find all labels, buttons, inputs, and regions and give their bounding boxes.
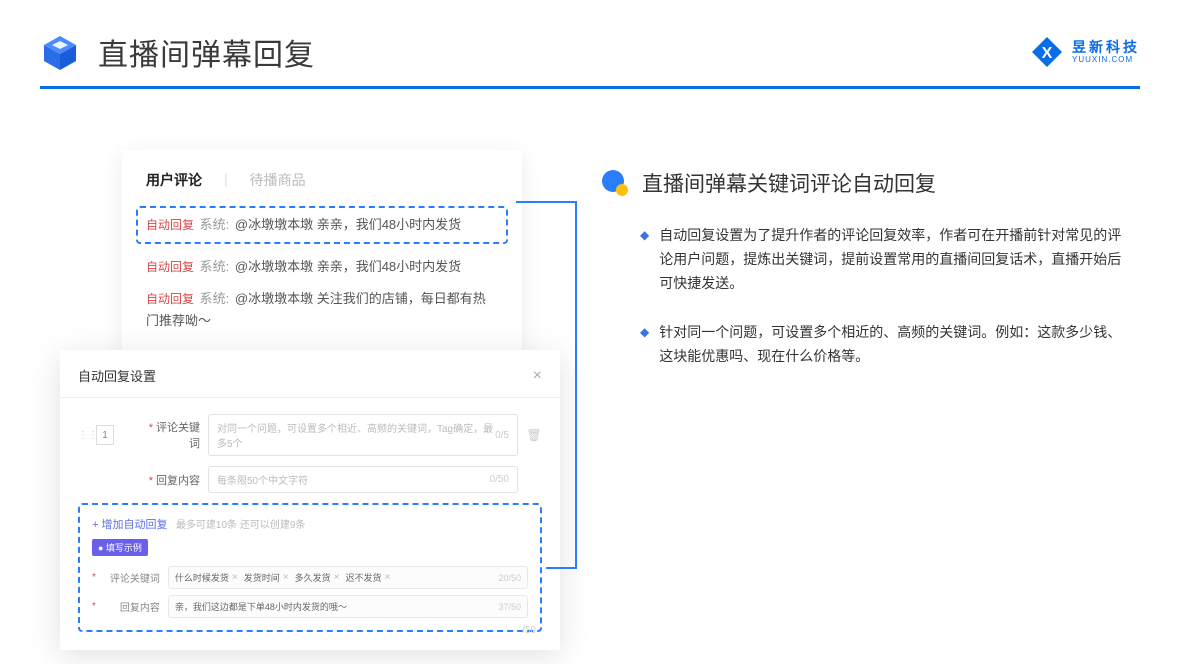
- outer-count: /50: [522, 625, 536, 636]
- auto-reply-badge: 自动回复: [146, 292, 194, 306]
- brand-logo: X 昱新科技 YUUXIN.COM: [1030, 35, 1140, 69]
- content-placeholder: 每条限50个中文字符: [217, 472, 308, 487]
- right-content: 直播间弹幕关键词评论自动回复 ◆ 自动回复设置为了提升作者的评论回复效率，作者可…: [600, 168, 1130, 395]
- page-header: 直播间弹幕回复 X 昱新科技 YUUXIN.COM: [0, 0, 1180, 74]
- comment-text: @冰墩墩本墩 关注我们的店铺，每日都有热门推荐呦～: [146, 291, 486, 328]
- tab-pending-products[interactable]: 待播商品: [250, 170, 306, 190]
- delete-icon[interactable]: 🗑: [526, 428, 542, 442]
- auto-reply-badge: 自动回复: [146, 260, 194, 274]
- settings-row: *回复内容 每条限50个中文字符 0/50: [78, 466, 542, 493]
- header-cube-icon: [40, 32, 80, 72]
- system-label: 系统:: [200, 259, 230, 274]
- brand-logo-icon: X: [1030, 35, 1064, 69]
- ex-content-label: 回复内容: [104, 599, 160, 614]
- ex-keyword-field[interactable]: 什么时候发货× 发货时间× 多久发货× 迟不发货× 20/50: [168, 566, 528, 589]
- ex-tag: 什么时候发货: [175, 571, 229, 584]
- diamond-icon: ◆: [640, 224, 649, 295]
- row-number: 1: [96, 425, 114, 445]
- content-label: *回复内容: [138, 472, 200, 488]
- example-content-row: * 回复内容 亲，我们这边都是下单48小时内发货的哦～ 37/50: [92, 595, 528, 618]
- add-auto-reply-link[interactable]: + 增加自动回复: [92, 519, 167, 531]
- keyword-label: *评论关键词: [138, 419, 200, 451]
- bullet-item: ◆ 针对同一个问题，可设置多个相近的、高频的关键词。例如：这款多少钱、这块能优惠…: [640, 321, 1130, 369]
- comments-tabs: 用户评论 | 待播商品: [146, 170, 498, 190]
- right-header: 直播间弹幕关键词评论自动回复: [600, 168, 1130, 198]
- content-count: 0/50: [490, 474, 509, 485]
- system-label: 系统:: [200, 291, 230, 306]
- tab-divider: |: [224, 170, 228, 190]
- comment-text: @冰墩墩本墩 亲亲，我们48小时内发货: [235, 217, 461, 232]
- auto-reply-settings-modal: 自动回复设置 × ⋮⋮ 1 *评论关键词 对同一个问题，可设置多个相近、高频的关…: [60, 350, 560, 650]
- right-title: 直播间弹幕关键词评论自动回复: [642, 168, 936, 198]
- chat-bubble-icon: [600, 168, 630, 198]
- ex-content-count: 37/50: [498, 602, 521, 612]
- content-input[interactable]: 每条限50个中文字符 0/50: [208, 466, 518, 493]
- comment-item: 自动回复 系统: @冰墩墩本墩 关注我们的店铺，每日都有热门推荐呦～: [146, 288, 498, 332]
- ex-keyword-label: 评论关键词: [104, 570, 160, 585]
- add-hint: 最多可建10条 还可以创建9条: [176, 520, 305, 531]
- example-keyword-row: * 评论关键词 什么时候发货× 发货时间× 多久发货× 迟不发货× 20/50: [92, 566, 528, 589]
- ex-tag: 发货时间: [244, 571, 280, 584]
- bullet-block: ◆ 针对同一个问题，可设置多个相近的、高频的关键词。例如：这款多少钱、这块能优惠…: [600, 321, 1130, 369]
- comment-list: 自动回复 系统: @冰墩墩本墩 亲亲，我们48小时内发货 自动回复 系统: @冰…: [146, 206, 498, 332]
- bullet-text: 自动回复设置为了提升作者的评论回复效率，作者可在开播前针对常见的评论用户问题，提…: [659, 224, 1130, 295]
- header-divider: [40, 86, 1140, 89]
- highlighted-comment: 自动回复 系统: @冰墩墩本墩 亲亲，我们48小时内发货: [136, 206, 508, 244]
- bullet-item: ◆ 自动回复设置为了提升作者的评论回复效率，作者可在开播前针对常见的评论用户问题…: [640, 224, 1130, 295]
- diamond-icon: ◆: [640, 321, 649, 369]
- comments-card: 用户评论 | 待播商品 自动回复 系统: @冰墩墩本墩 亲亲，我们48小时内发货…: [122, 150, 522, 362]
- keyword-placeholder: 对同一个问题，可设置多个相近、高频的关键词，Tag确定，最多5个: [217, 420, 495, 450]
- page-title: 直播间弹幕回复: [98, 30, 315, 74]
- ex-tag: 迟不发货: [345, 571, 381, 584]
- ex-tag: 多久发货: [295, 571, 331, 584]
- settings-row: ⋮⋮ 1 *评论关键词 对同一个问题，可设置多个相近、高频的关键词，Tag确定，…: [78, 414, 542, 456]
- ex-keyword-count: 20/50: [498, 573, 521, 583]
- keyword-count: 0/5: [495, 430, 509, 441]
- tab-user-comments[interactable]: 用户评论: [146, 170, 202, 190]
- close-icon[interactable]: ×: [533, 367, 542, 385]
- svg-text:X: X: [1042, 45, 1053, 62]
- bullet-text: 针对同一个问题，可设置多个相近的、高频的关键词。例如：这款多少钱、这块能优惠吗、…: [659, 321, 1130, 369]
- settings-body: ⋮⋮ 1 *评论关键词 对同一个问题，可设置多个相近、高频的关键词，Tag确定，…: [60, 398, 560, 493]
- brand-name: 昱新科技: [1072, 40, 1140, 54]
- brand-url: YUUXIN.COM: [1072, 56, 1140, 64]
- example-highlight: + 增加自动回复 最多可建10条 还可以创建9条 ● 填写示例 * 评论关键词 …: [78, 503, 542, 632]
- settings-title: 自动回复设置: [78, 366, 156, 385]
- comment-text: @冰墩墩本墩 亲亲，我们48小时内发货: [235, 259, 461, 274]
- bullet-block: ◆ 自动回复设置为了提升作者的评论回复效率，作者可在开播前针对常见的评论用户问题…: [600, 224, 1130, 295]
- system-label: 系统:: [200, 217, 230, 232]
- auto-reply-badge: 自动回复: [146, 218, 194, 232]
- keyword-input[interactable]: 对同一个问题，可设置多个相近、高频的关键词，Tag确定，最多5个 0/5: [208, 414, 518, 456]
- settings-title-bar: 自动回复设置 ×: [60, 366, 560, 398]
- ex-content-field[interactable]: 亲，我们这边都是下单48小时内发货的哦～ 37/50: [168, 595, 528, 618]
- example-badge: ● 填写示例: [92, 539, 148, 556]
- ex-content-text: 亲，我们这边都是下单48小时内发货的哦～: [175, 600, 347, 613]
- comment-item: 自动回复 系统: @冰墩墩本墩 亲亲，我们48小时内发货: [146, 256, 498, 278]
- drag-handle-icon[interactable]: ⋮⋮: [78, 430, 88, 441]
